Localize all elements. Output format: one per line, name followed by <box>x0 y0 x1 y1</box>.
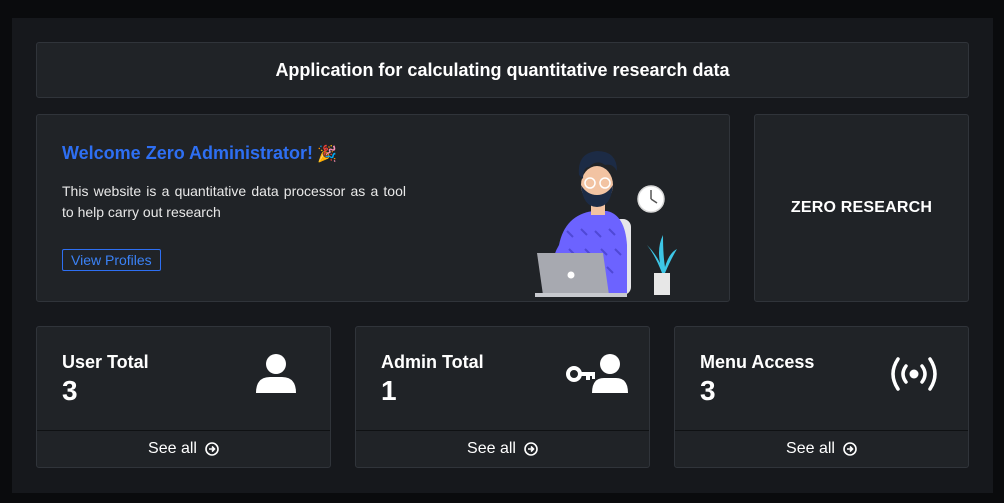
stat-value: 1 <box>381 375 397 406</box>
see-all-admins-link[interactable]: See all <box>356 430 649 467</box>
stat-label: Menu Access <box>700 352 815 372</box>
see-all-menu-access-link[interactable]: See all <box>675 430 968 467</box>
arrow-circle-right-icon <box>524 442 538 456</box>
app-title-card: Application for calculating quantitative… <box>36 42 969 98</box>
brand-card: ZERO RESEARCH <box>754 114 969 302</box>
welcome-heading: Welcome Zero Administrator! 🎉 <box>62 143 337 163</box>
developer-illustration <box>535 151 677 297</box>
see-all-label: See all <box>148 440 197 457</box>
stat-value: 3 <box>62 375 78 406</box>
user-total-card: User Total 3 See all <box>36 326 331 468</box>
app-title: Application for calculating quantitative… <box>275 59 730 80</box>
brand-name: ZERO RESEARCH <box>790 199 933 216</box>
stat-label: Admin Total <box>381 352 484 372</box>
welcome-description: This website is a quantitative data proc… <box>62 183 406 220</box>
broadcast-icon <box>887 353 941 400</box>
see-all-users-link[interactable]: See all <box>37 430 330 467</box>
user-icon <box>255 353 297 400</box>
view-profiles-button[interactable]: View Profiles <box>62 249 161 271</box>
welcome-card: Welcome Zero Administrator! 🎉 This websit… <box>36 114 730 302</box>
stat-label: User Total <box>62 352 149 372</box>
menu-access-card: Menu Access 3 See all <box>674 326 969 468</box>
party-popper-icon: 🎉 <box>317 146 337 163</box>
arrow-circle-right-icon <box>205 442 219 456</box>
see-all-label: See all <box>467 440 516 457</box>
see-all-label: See all <box>786 440 835 457</box>
admin-total-card: Admin Total 1 See all <box>355 326 650 468</box>
arrow-circle-right-icon <box>843 442 857 456</box>
user-key-icon <box>564 353 628 400</box>
stat-value: 3 <box>700 375 716 406</box>
